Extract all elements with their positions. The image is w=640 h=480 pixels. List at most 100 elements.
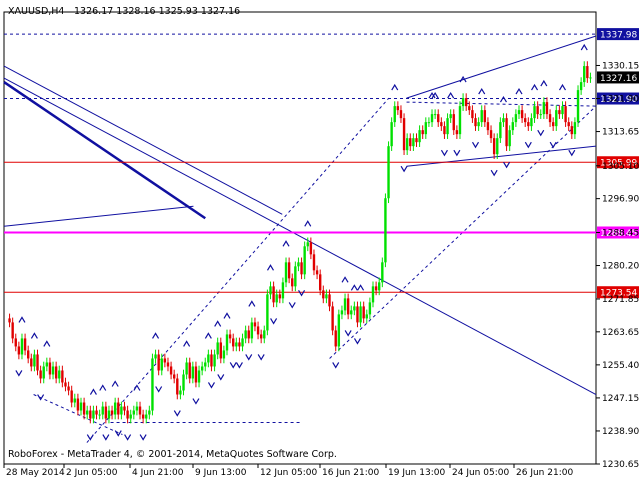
candle-down xyxy=(36,354,39,371)
candle-down xyxy=(437,114,440,123)
candle-up xyxy=(197,370,201,383)
candle-up xyxy=(511,122,514,131)
candle-up xyxy=(135,406,139,411)
candle-down xyxy=(126,410,129,419)
candle-up xyxy=(359,306,362,323)
candle-up xyxy=(427,122,431,124)
price-tick-label: 1247.15 xyxy=(602,394,639,404)
candle-up xyxy=(390,122,393,147)
candle-up xyxy=(579,82,583,91)
time-tick-label: 16 Jun 21:00 xyxy=(322,468,379,478)
candle-up xyxy=(216,342,219,355)
candle-down xyxy=(247,330,250,339)
copyright-text: RoboForex - MetaTrader 4, © 2001-2014, M… xyxy=(8,449,337,460)
candle-up xyxy=(418,130,421,143)
candle-down xyxy=(141,414,145,419)
candle-up xyxy=(154,354,157,359)
candle-down xyxy=(464,98,468,107)
candle-down xyxy=(415,138,418,143)
candle-down xyxy=(117,402,120,415)
candle-down xyxy=(322,290,325,299)
candle-down xyxy=(259,334,263,339)
candle-down xyxy=(421,130,424,135)
candle-down xyxy=(123,406,126,411)
candle-up xyxy=(241,338,244,347)
candle-down xyxy=(76,398,80,411)
candle-down xyxy=(14,338,17,347)
candle-down xyxy=(64,382,67,387)
candle-up xyxy=(353,306,356,311)
candle-down xyxy=(524,118,527,123)
candle-up xyxy=(343,298,347,311)
candle-up xyxy=(200,366,204,371)
candle-up xyxy=(129,414,132,419)
candle-down xyxy=(474,118,477,127)
candle-up xyxy=(79,402,83,411)
candle-down xyxy=(253,322,257,327)
candle-up xyxy=(148,410,151,415)
candle-down xyxy=(172,374,176,379)
candle-down xyxy=(527,122,530,127)
candle-up xyxy=(589,77,592,79)
candle-up xyxy=(33,354,36,367)
price-tick-label: 1313.65 xyxy=(602,128,639,138)
price-chart[interactable]: 1337.98 1321.90 1305.99 1288.45 1273.54 1327.… xyxy=(0,0,640,480)
candle-up xyxy=(576,90,580,123)
candle-up xyxy=(446,118,449,135)
candle-up xyxy=(51,366,55,375)
candle-up xyxy=(306,242,309,247)
candle-down xyxy=(471,110,474,119)
candle-up xyxy=(508,130,511,147)
candle-up xyxy=(250,322,254,339)
candle-down xyxy=(318,274,322,291)
candle-up xyxy=(297,262,300,267)
candle-down xyxy=(138,406,142,415)
current-price-label: 1327.16 xyxy=(600,74,637,84)
level-label: 1337.98 xyxy=(600,31,637,41)
candle-down xyxy=(23,338,27,351)
candle-up xyxy=(561,106,564,115)
ohlc-readout: 1326.17 1328.16 1325.93 1327.16 xyxy=(74,6,240,17)
candle-up xyxy=(387,146,390,199)
candle-up xyxy=(499,122,502,139)
candle-up xyxy=(381,262,384,283)
candle-up xyxy=(225,334,229,351)
candle-down xyxy=(396,106,400,111)
candle-down xyxy=(169,366,173,375)
candle-down xyxy=(300,262,303,275)
candle-up xyxy=(179,390,182,395)
candle-up xyxy=(368,302,372,315)
time-tick-label: 2 Jun 05:00 xyxy=(66,468,118,478)
candle-down xyxy=(219,342,222,359)
price-tick-label: 1280.20 xyxy=(602,262,639,272)
candle-up xyxy=(151,358,154,411)
candle-down xyxy=(70,390,73,403)
candle-up xyxy=(393,106,396,123)
price-tick-label: 1271.85 xyxy=(602,295,639,305)
candle-up xyxy=(539,114,542,116)
candle-up xyxy=(222,350,226,359)
candle-up xyxy=(45,362,49,367)
candle-down xyxy=(89,410,92,419)
candle-up xyxy=(433,114,437,116)
candle-up xyxy=(275,294,278,303)
candle-down xyxy=(545,102,549,115)
candle-up xyxy=(517,110,521,115)
candle-down xyxy=(331,306,334,331)
candle-down xyxy=(520,110,524,119)
candle-up xyxy=(378,282,381,291)
candle-up xyxy=(120,406,123,415)
candle-up xyxy=(204,362,207,367)
candle-up xyxy=(480,110,483,123)
candle-up xyxy=(496,138,499,155)
candle-up xyxy=(542,102,546,115)
candle-up xyxy=(412,138,415,147)
candle-up xyxy=(573,122,577,135)
candle-down xyxy=(483,110,487,123)
candle-down xyxy=(238,342,241,347)
price-tick-label: 1230.65 xyxy=(602,460,639,470)
candle-up xyxy=(350,310,353,315)
candle-down xyxy=(536,106,539,115)
candle-up xyxy=(145,414,148,419)
candle-down xyxy=(468,106,471,111)
